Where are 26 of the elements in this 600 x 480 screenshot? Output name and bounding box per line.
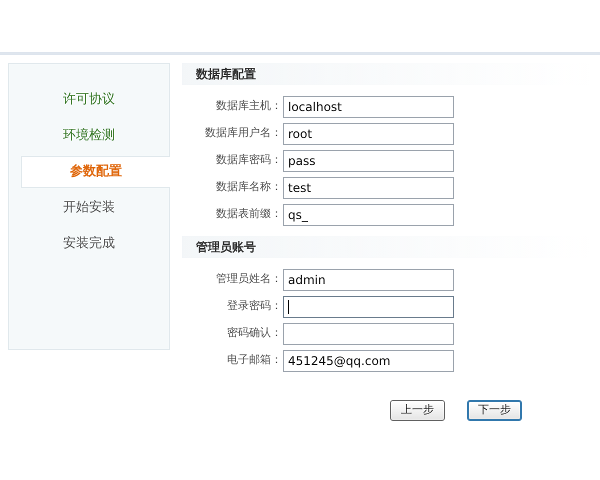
text-field[interactable]: test <box>283 176 454 198</box>
step-button[interactable]: 上一步 <box>390 400 445 421</box>
field-label: 数据库主机： <box>215 98 282 114</box>
field-label: 密码确认： <box>226 325 282 342</box>
text-field[interactable]: pass <box>283 150 454 172</box>
step-item: 参数配置 <box>21 156 170 188</box>
field-label: 数据表前缀： <box>215 206 282 222</box>
field-label: 数据库密码： <box>215 152 282 168</box>
text-field[interactable]: qs_ <box>283 204 454 226</box>
text-field[interactable] <box>283 322 454 344</box>
text-field[interactable]: root <box>283 122 454 144</box>
text-field[interactable]: admin <box>283 268 454 290</box>
text-field[interactable]: localhost <box>283 96 454 118</box>
text-cursor <box>288 300 289 314</box>
field-label: 管理员姓名： <box>215 271 282 288</box>
step-item: 环境检测 <box>62 127 116 146</box>
field-label: 数据库名称： <box>215 179 282 196</box>
step-item: 开始安装 <box>62 199 116 218</box>
text-field[interactable]: 451245@qq.com <box>283 350 454 372</box>
step-item: 许可协议 <box>62 91 116 110</box>
step-button[interactable]: 下一步 <box>467 400 522 421</box>
field-label: 数据库用户名： <box>204 125 282 142</box>
step-item: 安装完成 <box>62 235 116 254</box>
text-field[interactable] <box>283 296 454 318</box>
field-label: 电子邮箱： <box>226 352 282 368</box>
field-label: 登录密码： <box>226 298 282 314</box>
